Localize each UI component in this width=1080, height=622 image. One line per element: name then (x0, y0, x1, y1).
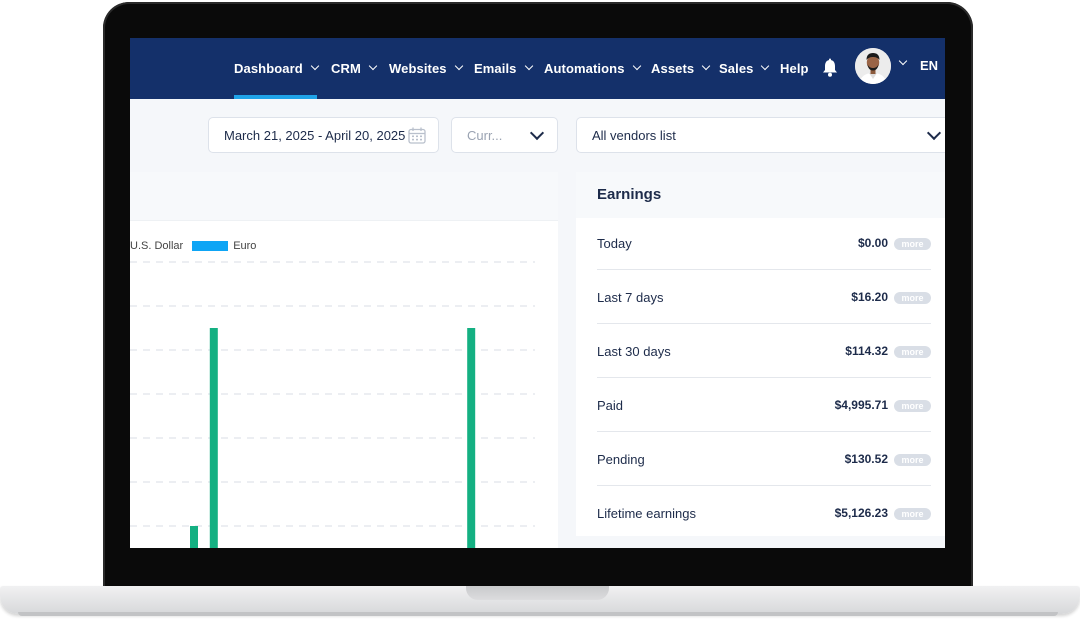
chevron-down-icon (702, 61, 711, 71)
earnings-row-value: $0.00 (857, 236, 888, 250)
earnings-row-last-7-days: Last 7 days $16.20 more (597, 270, 931, 324)
earnings-row-label: Pending (597, 452, 645, 467)
earnings-row-label: Today (597, 236, 632, 251)
chart-bar[interactable] (209, 328, 218, 548)
chart-panel: U.S. Dollar Euro (130, 172, 558, 548)
chevron-down-icon (761, 61, 770, 71)
nav-item-assets[interactable]: Assets (651, 58, 711, 78)
nav-label: Dashboard (234, 60, 303, 76)
nav-label: Help (780, 60, 809, 76)
nav-item-sales[interactable]: Sales (719, 58, 770, 78)
chart-bar[interactable] (190, 526, 198, 548)
nav-label: Assets (651, 60, 695, 76)
nav-item-crm[interactable]: CRM (331, 58, 378, 78)
earnings-row-lifetime: Lifetime earnings $5,126.23 more (597, 486, 931, 540)
currency-select[interactable]: Curr... (451, 117, 558, 153)
calendar-icon (408, 127, 426, 147)
earnings-row-value: $4,995.71 (834, 398, 888, 412)
more-button[interactable]: more (894, 400, 931, 412)
nav-item-help[interactable]: Help (780, 58, 809, 78)
more-button[interactable]: more (894, 454, 931, 466)
language-switcher[interactable]: EN (920, 58, 938, 73)
nav-item-automations[interactable]: Automations (544, 58, 641, 78)
top-navbar: Dashboard CRM Websites Emails Automation… (130, 38, 945, 99)
nav-item-websites[interactable]: Websites (389, 58, 463, 78)
chevron-down-icon (310, 61, 320, 71)
earnings-row-label: Lifetime earnings (597, 506, 696, 521)
earnings-title: Earnings (597, 186, 662, 203)
laptop-notch (466, 586, 609, 600)
nav-item-dashboard[interactable]: Dashboard (234, 58, 320, 78)
nav-label: Emails (474, 60, 517, 76)
earnings-chart (130, 261, 535, 548)
earnings-row-paid: Paid $4,995.71 more (597, 378, 931, 432)
more-button[interactable]: more (894, 508, 931, 520)
chevron-down-icon (454, 61, 463, 71)
chevron-down-icon (524, 61, 533, 71)
active-tab-indicator (234, 95, 317, 99)
earnings-row-today: Today $0.00 more (597, 216, 931, 270)
chevron-down-icon (529, 125, 545, 141)
currency-placeholder: Curr... (467, 127, 503, 143)
earnings-row-pending: Pending $130.52 more (597, 432, 931, 486)
earnings-row-value: $16.20 (851, 290, 888, 304)
date-range-picker[interactable]: March 21, 2025 - April 20, 2025 (208, 117, 439, 153)
laptop-foot (18, 612, 1058, 616)
earnings-row-last-30-days: Last 30 days $114.32 more (597, 324, 931, 378)
chart-legend: U.S. Dollar Euro (130, 239, 256, 253)
bell-icon[interactable] (821, 58, 839, 78)
vendor-value: All vendors list (592, 127, 676, 143)
earnings-row-label: Last 7 days (597, 290, 664, 305)
chevron-down-icon (926, 125, 942, 141)
earnings-header: Earnings (576, 172, 945, 218)
more-button[interactable]: more (894, 346, 931, 358)
chevron-down-icon (632, 61, 641, 71)
more-button[interactable]: more (894, 292, 931, 304)
nav-label: Automations (544, 60, 625, 76)
avatar[interactable] (855, 48, 891, 84)
earnings-row-value: $5,126.23 (834, 506, 888, 520)
chevron-down-icon[interactable] (898, 56, 908, 66)
earnings-row-value: $130.52 (844, 452, 888, 466)
vendor-select[interactable]: All vendors list (576, 117, 945, 153)
chart-bar[interactable] (467, 328, 476, 548)
legend-label-usd: U.S. Dollar (130, 240, 184, 252)
earnings-row-label: Last 30 days (597, 344, 671, 359)
earnings-row-label: Paid (597, 398, 624, 413)
chevron-down-icon (368, 61, 378, 71)
earnings-row-value: $114.32 (845, 344, 888, 358)
nav-item-emails[interactable]: Emails (474, 58, 533, 78)
date-range-value: March 21, 2025 - April 20, 2025 (224, 127, 406, 143)
nav-label: CRM (331, 60, 361, 76)
legend-swatch-euro (192, 241, 229, 251)
more-button[interactable]: more (894, 238, 931, 250)
nav-label: Websites (389, 60, 447, 76)
app-screen: Dashboard CRM Websites Emails Automation… (130, 38, 945, 548)
legend-label-euro: Euro (233, 240, 257, 252)
nav-label: Sales (719, 60, 754, 76)
earnings-panel: Earnings Today $0.00 more Last 7 days $1… (576, 172, 945, 536)
